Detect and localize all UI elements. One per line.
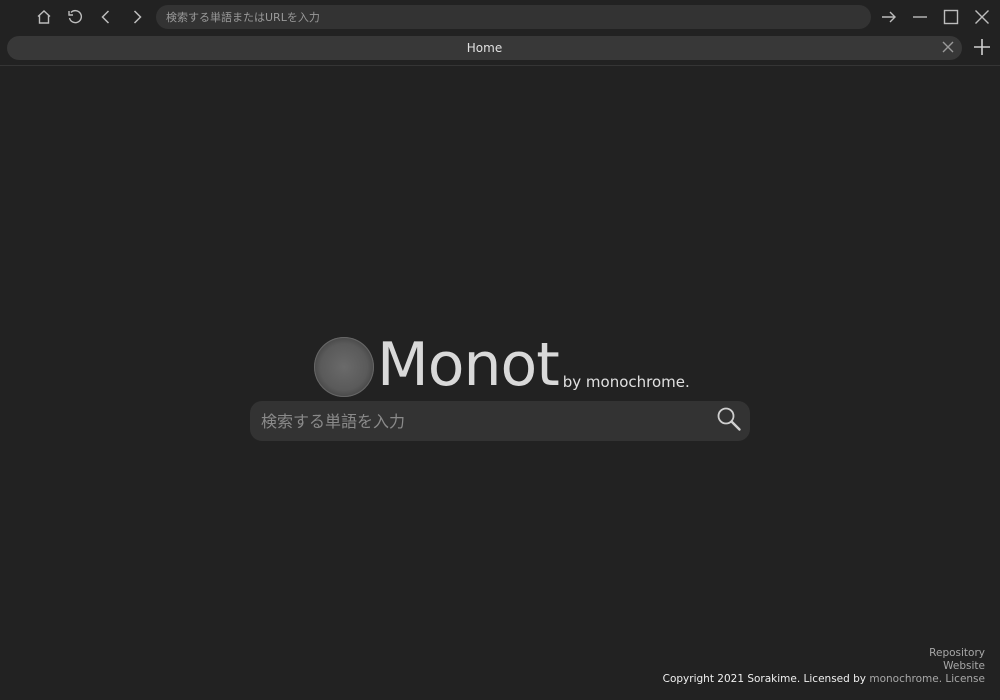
search-icon: [716, 406, 742, 436]
title-bar: [0, 0, 1000, 34]
toolbar-divider: [0, 65, 1000, 66]
brand: Monot by monochrome.: [314, 333, 690, 397]
go-icon: [880, 8, 898, 26]
home-button[interactable]: [32, 5, 56, 29]
forward-button[interactable]: [125, 5, 149, 29]
search-box: [250, 401, 750, 441]
copyright-text: Copyright 2021 Sorakime. Licensed by: [662, 673, 867, 685]
close-window-button[interactable]: [970, 5, 994, 29]
minimize-button[interactable]: [908, 5, 932, 29]
monot-logo: [314, 337, 374, 397]
address-bar[interactable]: [156, 5, 871, 29]
close-icon: [973, 8, 991, 26]
go-button[interactable]: [877, 5, 901, 29]
new-tab-button[interactable]: [970, 37, 994, 61]
footer: Repository Website Copyright 2021 Soraki…: [663, 647, 985, 686]
back-icon: [97, 8, 115, 26]
tab-close-button[interactable]: [940, 40, 956, 56]
minimize-icon: [911, 8, 929, 26]
licensor-link[interactable]: monochrome.: [869, 673, 942, 685]
maximize-button[interactable]: [939, 5, 963, 29]
tab-label: Home: [466, 41, 503, 55]
tab-close-icon: [941, 40, 955, 57]
maximize-icon: [942, 8, 960, 26]
search-button[interactable]: [714, 407, 744, 435]
brand-by: by monochrome.: [562, 373, 690, 391]
plus-icon: [972, 37, 992, 61]
tab-home[interactable]: Home: [7, 36, 962, 60]
reload-icon: [66, 8, 84, 26]
reload-button[interactable]: [63, 5, 87, 29]
tab-bar: Home: [0, 34, 1000, 64]
home-icon: [35, 8, 53, 26]
license-link[interactable]: License: [945, 673, 985, 685]
search-input[interactable]: [250, 401, 705, 441]
repository-link[interactable]: Repository: [929, 647, 985, 659]
forward-icon: [128, 8, 146, 26]
website-link[interactable]: Website: [943, 660, 985, 672]
brand-name: Monot: [377, 330, 560, 400]
back-button[interactable]: [94, 5, 118, 29]
